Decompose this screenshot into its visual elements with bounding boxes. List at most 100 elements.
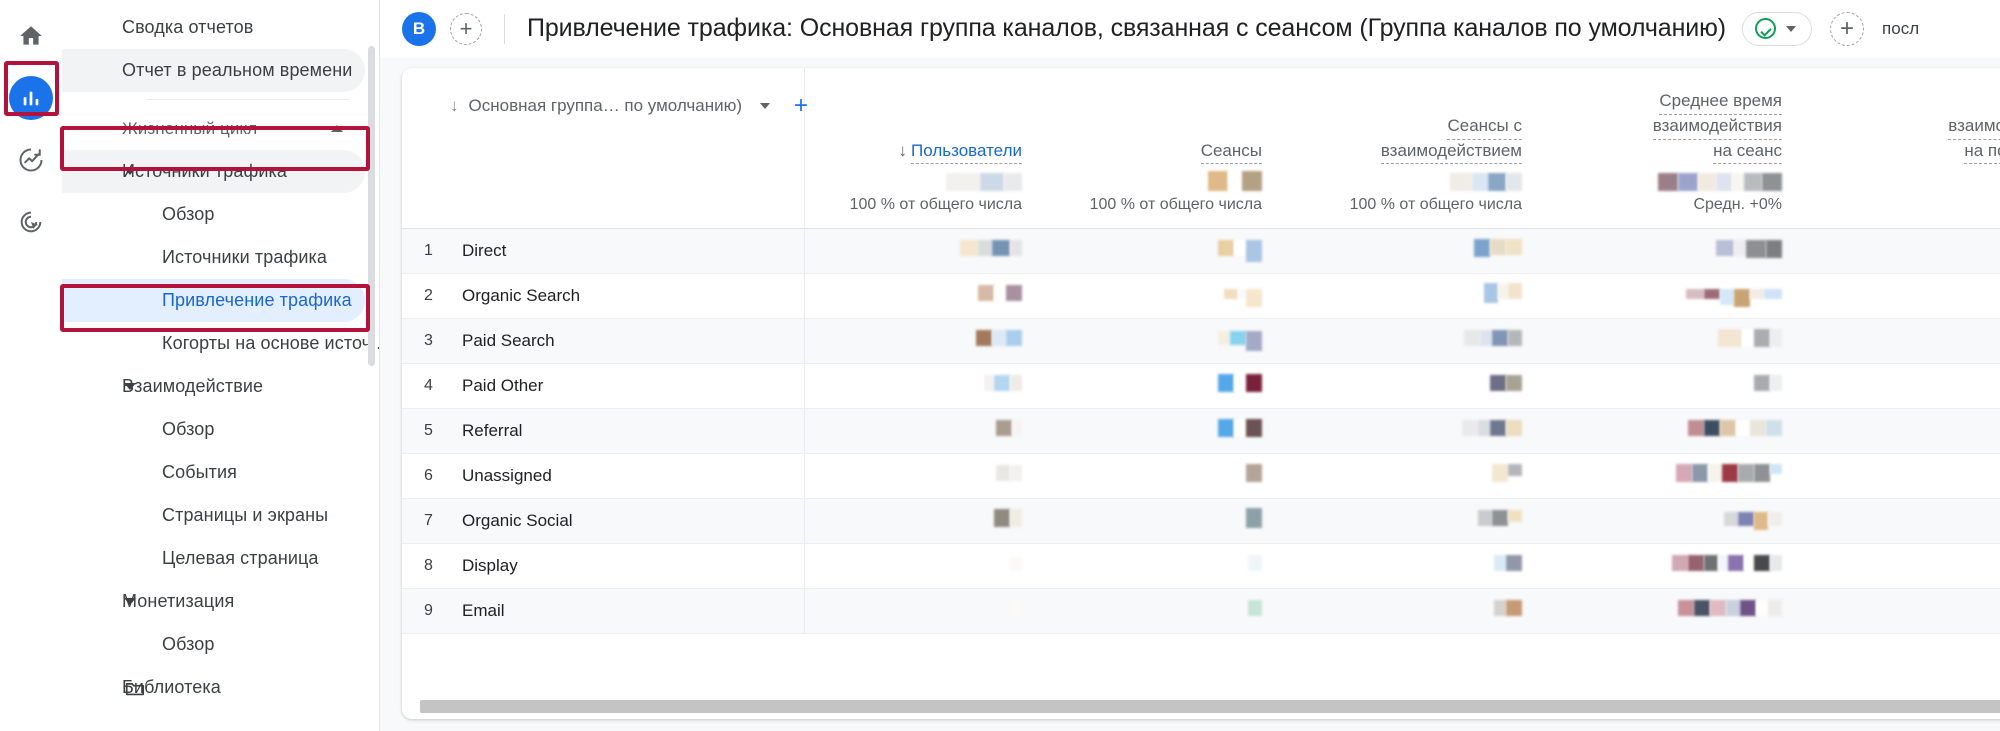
- sidebar-item-user-acquisition[interactable]: Источники трафика: [62, 236, 379, 279]
- add-comparison-button[interactable]: +: [450, 12, 482, 45]
- redacted-value: [1724, 511, 1782, 530]
- sidebar-item-label: Когорты на основе источ...: [162, 333, 380, 353]
- sidebar-item-landing-page[interactable]: Целевая страница: [62, 537, 379, 580]
- cell-users: [804, 408, 1044, 454]
- redacted-value: [1678, 600, 1782, 617]
- row-index: 7: [402, 498, 454, 544]
- metric-header-avg-engagement-time-per-session[interactable]: Среднее время взаимодействия на сеанс: [1544, 68, 1804, 165]
- sidebar-item-label: События: [162, 462, 238, 482]
- row-dimension[interactable]: Organic Social: [454, 498, 805, 544]
- cell-sessions: [1044, 273, 1284, 319]
- rail-item-home[interactable]: [7, 12, 55, 60]
- date-range-label[interactable]: посл: [1882, 19, 1919, 39]
- row-dimension[interactable]: Direct: [454, 228, 805, 274]
- table-row[interactable]: 7 Organic Social: [402, 498, 2000, 544]
- metric-header-label-line2: взаимодействием: [1380, 140, 1522, 165]
- redacted-value: [1658, 172, 1782, 191]
- summary-label: 100 % от общего числа: [849, 195, 1022, 213]
- cell-sessions: [1044, 498, 1284, 544]
- sidebar-item-traffic-acquisition[interactable]: Привлечение трафика: [62, 279, 379, 322]
- cell-users: [804, 588, 1044, 634]
- cell-avg-engagement-time: [1544, 408, 1804, 454]
- sidebar-group-engagement[interactable]: Взаимодействие: [62, 365, 379, 408]
- row-dimension[interactable]: Paid Other: [454, 363, 805, 409]
- redacted-value: [1248, 555, 1262, 572]
- metric-header-label-line2: взаимодействия: [1652, 115, 1782, 140]
- chevron-down-icon[interactable]: [760, 103, 771, 109]
- cell-avg-engagement-time: [1544, 498, 1804, 544]
- left-nav: Сводка отчетов Отчет в реальном времени …: [62, 0, 380, 731]
- metric-header-label: Пользователи: [911, 140, 1022, 165]
- table-row[interactable]: 4 Paid Other: [402, 363, 2000, 409]
- metric-header-sessions[interactable]: Сеансы: [1044, 68, 1284, 165]
- add-dimension-button[interactable]: +: [794, 94, 808, 118]
- sidebar-item-events[interactable]: События: [62, 451, 379, 494]
- row-dimension[interactable]: Paid Search: [454, 318, 805, 364]
- metric-header-label-line1: Сеансы с: [1447, 115, 1522, 140]
- sidebar-item-pages-and-screens[interactable]: Страницы и экраны: [62, 494, 379, 537]
- icon-rail: [0, 0, 62, 731]
- table-row[interactable]: 5 Referral: [402, 408, 2000, 454]
- cell-engaged-sessions: [1284, 498, 1544, 544]
- table-row[interactable]: 9 Email: [402, 588, 2000, 634]
- sidebar-group-traffic-sources[interactable]: Источники трафика: [62, 150, 379, 193]
- sidebar-item-reports-snapshot[interactable]: Сводка отчетов: [62, 6, 379, 49]
- sidebar-section-lifecycle[interactable]: Жизненный цикл: [62, 107, 379, 150]
- cell-sessions: [1044, 543, 1284, 589]
- redacted-value: [1010, 601, 1022, 616]
- redacted-value: [1010, 556, 1022, 571]
- metric-header-users[interactable]: ↓ Пользователи: [804, 68, 1044, 165]
- sidebar-group-monetization[interactable]: Монетизация: [62, 580, 379, 623]
- add-button[interactable]: +: [1830, 11, 1865, 46]
- status-badge[interactable]: [1742, 11, 1813, 46]
- sidebar-item-library[interactable]: Библиотека: [62, 666, 379, 709]
- table-row[interactable]: 2 Organic Search: [402, 273, 2000, 319]
- row-dimension[interactable]: Unassigned: [454, 453, 805, 499]
- summary-dimension-cell: [402, 164, 805, 229]
- dimension-header-cell[interactable]: ↓ Основная группа… по умолчанию) +: [402, 68, 808, 165]
- cell-engaged-sessions: [1284, 408, 1544, 454]
- row-index: 6: [402, 453, 454, 499]
- row-dimension[interactable]: Email: [454, 588, 805, 634]
- chevron-down-icon: [124, 580, 136, 623]
- redacted-value: [996, 420, 1022, 437]
- row-index: 3: [402, 318, 454, 364]
- cell-engaged-sessions-per-user: [1804, 273, 2000, 319]
- cell-sessions: [1044, 453, 1284, 499]
- table-row[interactable]: 8 Display: [402, 543, 2000, 589]
- report-table-card: ↓ Основная группа… по умолчанию) + ↓ Поль…: [402, 68, 2000, 719]
- redacted-value: [1208, 170, 1262, 191]
- cell-engaged-sessions: [1284, 588, 1544, 634]
- table-row[interactable]: 6 Unassigned: [402, 453, 2000, 499]
- redacted-value: [1718, 329, 1782, 348]
- row-dimension[interactable]: Referral: [454, 408, 805, 454]
- row-dimension[interactable]: Organic Search: [454, 273, 805, 319]
- table-row[interactable]: 3 Paid Search: [402, 318, 2000, 364]
- redacted-value: [996, 465, 1022, 482]
- rail-item-advertising[interactable]: [7, 198, 55, 246]
- table-row[interactable]: 1 Direct: [402, 228, 2000, 274]
- sidebar-item-label: Отчет в реальном времени: [62, 49, 365, 92]
- cell-engaged-sessions-per-user: [1804, 498, 2000, 544]
- sidebar-item-label: Обзор: [162, 204, 215, 224]
- sidebar-item-acquisition-overview[interactable]: Обзор: [62, 193, 379, 236]
- cell-engaged-sessions-per-user: [1804, 543, 2000, 589]
- sidebar-item-realtime[interactable]: Отчет в реальном времени: [62, 49, 379, 92]
- sidebar-item-engagement-overview[interactable]: Обзор: [62, 408, 379, 451]
- rail-item-explore[interactable]: [7, 136, 55, 184]
- redacted-value: [1672, 555, 1782, 572]
- cell-sessions: [1044, 408, 1284, 454]
- sidebar-item-acquisition-cohorts[interactable]: Когорты на основе источ...: [62, 322, 379, 365]
- sidebar-item-monetization-overview[interactable]: Обзор: [62, 623, 379, 666]
- avatar[interactable]: B: [402, 11, 436, 46]
- cell-engaged-sessions: [1284, 273, 1544, 319]
- rail-item-reports[interactable]: [7, 74, 55, 122]
- metric-header-engaged-sessions[interactable]: Сеансы с взаимодействием: [1284, 68, 1544, 165]
- row-dimension[interactable]: Display: [454, 543, 805, 589]
- sidebar-group-label: Источники трафика: [62, 150, 365, 193]
- horizontal-scrollbar[interactable]: [420, 700, 2000, 713]
- metric-header-label-line2: взаимодейс: [1948, 115, 2000, 140]
- metric-header-engaged-sessions-per-user[interactable]: Сеа взаимодейс на пользо: [1804, 68, 2000, 165]
- sidebar-scrollbar[interactable]: [368, 46, 375, 366]
- redacted-value: [1218, 331, 1262, 352]
